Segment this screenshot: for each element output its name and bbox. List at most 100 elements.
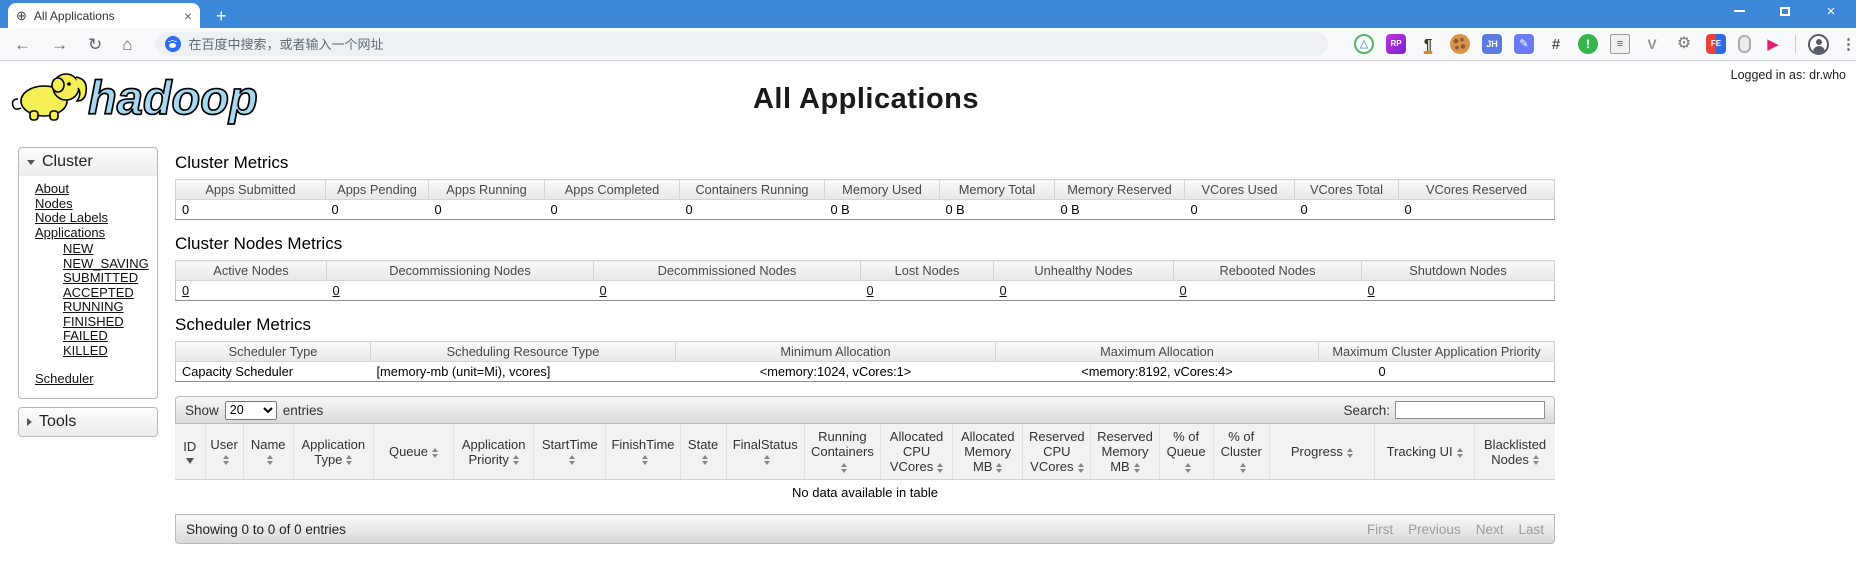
metric-column-header: Apps Running (428, 179, 545, 200)
app-state-link[interactable]: KILLED (63, 343, 108, 358)
applications-column-header[interactable]: Allocated Memory MB (952, 424, 1024, 480)
sidebar-link[interactable]: About (35, 181, 69, 196)
applications-column-header[interactable]: Application Type (293, 424, 374, 480)
applications-column-header[interactable]: % of Queue (1159, 424, 1214, 480)
sort-icon (1240, 462, 1247, 473)
forward-button[interactable]: → (51, 36, 68, 53)
applications-column-header[interactable]: Running Containers (804, 424, 881, 480)
pagination-button[interactable]: Last (1518, 522, 1544, 537)
sidebar: Cluster About Nodes Node Labels Application… (18, 147, 158, 544)
sidebar-item: About (35, 181, 157, 197)
media-download-extension-icon[interactable]: ▶ (1763, 34, 1783, 54)
node-metric-value: 0 (175, 280, 327, 301)
pagination-button[interactable]: First (1367, 522, 1393, 537)
browser-menu-button[interactable]: ⋮ (1841, 35, 1856, 53)
sort-icon (996, 462, 1003, 473)
app-state-link[interactable]: FAILED (63, 328, 108, 343)
sidebar-link-scheduler[interactable]: Scheduler (35, 371, 94, 386)
node-metric-column-header: Active Nodes (175, 260, 327, 281)
new-tab-button[interactable]: + (216, 7, 227, 25)
metric-column-header: Memory Used (824, 179, 940, 200)
tab-close-icon[interactable]: × (184, 9, 192, 23)
address-bar-input[interactable] (188, 36, 1318, 52)
mouse-gestures-extension-icon[interactable] (1738, 35, 1751, 53)
applications-column-header[interactable]: State (680, 424, 727, 480)
metric-value: 0 (544, 199, 680, 220)
paw-icon (169, 43, 177, 48)
scheduler-metrics-heading: Scheduler Metrics (175, 315, 312, 334)
applications-column-header[interactable]: Blacklisted Nodes (1474, 424, 1555, 480)
cookie-extension-icon[interactable] (1450, 34, 1470, 54)
page-size-select[interactable]: 20 (224, 400, 277, 420)
applications-column-header[interactable]: Allocated CPU VCores (880, 424, 954, 480)
applications-column-header[interactable]: Tracking UI (1374, 424, 1476, 480)
sort-icon (1185, 462, 1192, 473)
applications-column-header[interactable]: Queue (373, 424, 455, 480)
applications-column-header[interactable]: Progress (1269, 424, 1375, 480)
applications-column-header[interactable]: FinalStatus (726, 424, 805, 480)
profile-avatar[interactable] (1808, 33, 1829, 55)
cluster-nodes-metrics-table: Active Nodes Decommissioning Nodes Decommi… (175, 260, 1555, 301)
sort-icon (512, 455, 519, 466)
app-state-link[interactable]: SUBMITTED (63, 270, 138, 285)
jh-extension-icon[interactable]: JH (1482, 34, 1502, 54)
window-close-button[interactable]: × (1824, 3, 1838, 20)
applications-column-header[interactable]: FinishTime (605, 424, 681, 480)
metric-value: 0 (175, 199, 326, 220)
sort-icon (641, 455, 648, 466)
home-button[interactable]: ⌂ (122, 36, 132, 53)
chevron-down-icon (27, 159, 35, 165)
pagination-button[interactable]: Previous (1408, 522, 1461, 537)
applications-column-header[interactable]: User (205, 424, 244, 480)
tools-nav-header[interactable]: Tools (19, 408, 157, 436)
cluster-nav-header[interactable]: Cluster (19, 148, 157, 176)
back-button[interactable]: ← (14, 36, 31, 53)
vue-devtools-extension-icon[interactable]: V (1642, 34, 1662, 54)
applications-column-header[interactable]: Reserved CPU VCores (1022, 424, 1092, 480)
window-maximize-button[interactable] (1778, 4, 1792, 18)
applications-column-header[interactable]: ID (175, 424, 206, 480)
applications-column-header[interactable]: Application Priority (453, 424, 535, 480)
node-metric-link[interactable]: 0 (182, 283, 189, 298)
empty-row: No data available in table (175, 480, 1555, 509)
axure-rp-extension-icon[interactable]: RP (1386, 34, 1406, 54)
node-metric-column-header: Lost Nodes (860, 260, 994, 281)
node-metric-link[interactable]: 0 (1000, 283, 1007, 298)
pagination-button[interactable]: Next (1476, 522, 1504, 537)
fe-helper-extension-icon[interactable]: FE (1706, 34, 1726, 54)
frame-extension-icon[interactable]: # (1546, 34, 1566, 54)
extension-icons: △ RP ¶ JH ✎ # ! ≡ V ⚙ FE ▶ ⋮ (1354, 33, 1856, 55)
applications-column-header[interactable]: % of Cluster (1213, 424, 1270, 480)
sidebar-link[interactable]: Nodes (35, 196, 73, 211)
tabs-extension-icon[interactable]: ≡ (1610, 34, 1630, 54)
applications-column-header[interactable]: Name (243, 424, 294, 480)
sidebar-link[interactable]: Applications (35, 225, 105, 240)
applications-column-header[interactable]: StartTime (533, 424, 607, 480)
search-input[interactable] (1395, 401, 1545, 419)
notes-extension-icon[interactable]: ✎ (1514, 34, 1534, 54)
graphql-extension-icon[interactable]: △ (1354, 34, 1374, 54)
node-metric-link[interactable]: 0 (333, 283, 340, 298)
app-state-link[interactable]: FINISHED (63, 314, 124, 329)
sidebar-link[interactable]: Node Labels (35, 210, 108, 225)
reload-button[interactable]: ↻ (88, 36, 102, 53)
app-state-link[interactable]: RUNNING (63, 299, 124, 314)
browser-tab[interactable]: ⊕ All Applications × (8, 3, 200, 28)
node-metric-value: 0 (860, 280, 994, 301)
gear-extension-icon[interactable]: ⚙ (1674, 34, 1694, 54)
timer-extension-icon[interactable]: ! (1578, 34, 1598, 54)
sort-icon (1346, 447, 1353, 458)
node-metric-link[interactable]: 0 (867, 283, 874, 298)
scheduler-metric-column-header: Minimum Allocation (675, 341, 996, 362)
applications-column-header[interactable]: Reserved Memory MB (1090, 424, 1160, 480)
app-state-link[interactable]: ACCEPTED (63, 285, 134, 300)
address-bar[interactable] (154, 32, 1328, 56)
node-metric-column-header: Decommissioning Nodes (326, 260, 594, 281)
app-state-link[interactable]: NEW (63, 241, 93, 256)
paragraph-extension-icon[interactable]: ¶ (1418, 34, 1438, 54)
app-state-link[interactable]: NEW_SAVING (63, 256, 149, 271)
window-minimize-button[interactable] (1732, 4, 1746, 18)
node-metric-link[interactable]: 0 (1368, 283, 1375, 298)
node-metric-link[interactable]: 0 (600, 283, 607, 298)
node-metric-link[interactable]: 0 (1180, 283, 1187, 298)
